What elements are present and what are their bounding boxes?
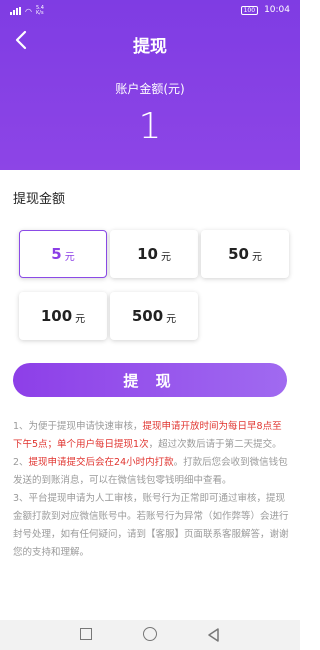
speed-unit: K/s [35, 10, 44, 16]
recent-apps-icon[interactable] [80, 628, 92, 640]
amount-unit: 元 [166, 314, 177, 325]
note-2: 2、提现申请提交后会在24小时内打款。打款后您会收到微信钱包发送的到账消息，可以… [13, 454, 289, 490]
amount-value: 10 [137, 245, 158, 263]
amount-option-5[interactable]: 5 元 [19, 230, 107, 278]
signal-icon [10, 7, 21, 15]
home-icon[interactable] [143, 627, 157, 641]
status-right: 100 10:04 [240, 5, 290, 15]
network-speed: 5.4 K/s [36, 6, 44, 16]
status-bar: ◠ 5.4 K/s 100 10:04 [0, 0, 300, 24]
note-1-tail: ，超过次数后请于第二天提交。 [148, 439, 282, 450]
note-1-text: 1、为便于提现申请快速审核， [13, 421, 143, 432]
amount-section-title: 提现金额 [13, 192, 66, 207]
amount-unit: 元 [160, 252, 171, 263]
amount-option-10[interactable]: 10 元 [110, 230, 198, 278]
note-2-highlight: 提现申请提交后会在24小时内打款 [28, 457, 174, 468]
status-left: ◠ 5.4 K/s [10, 6, 44, 16]
amount-value: 500 [131, 307, 164, 325]
system-nav-bar [0, 620, 300, 650]
amount-value: 50 [228, 245, 249, 263]
page-title: 提现 [133, 37, 167, 57]
balance-label: 账户金额(元) [115, 82, 185, 96]
battery-icon: 100 [240, 5, 259, 15]
amount-option-50[interactable]: 50 元 [201, 230, 289, 278]
back-triangle-icon[interactable] [206, 627, 220, 643]
amount-unit: 元 [75, 314, 86, 325]
wifi-icon: ◠ [25, 6, 32, 16]
withdraw-notes: 1、为便于提现申请快速审核，提现申请开放时间为每日早8点至下午5点；单个用户每日… [13, 418, 289, 562]
note-1: 1、为便于提现申请快速审核，提现申请开放时间为每日早8点至下午5点；单个用户每日… [13, 418, 289, 454]
clock: 10:04 [264, 5, 290, 15]
amount-unit: 元 [64, 252, 75, 263]
nav-bar: 提现 [0, 28, 300, 58]
amount-unit: 元 [251, 252, 262, 263]
balance-value: 1 [138, 106, 162, 147]
amount-value: 100 [40, 307, 73, 325]
amount-option-100[interactable]: 100 元 [19, 292, 107, 340]
header: ◠ 5.4 K/s 100 10:04 提现 账户金额(元) 1 [0, 0, 300, 170]
amount-option-500[interactable]: 500 元 [110, 292, 198, 340]
note-3: 3、平台提现申请为人工审核，账号行为正常即可通过审核，提现金额打款到对应微信账号… [13, 493, 289, 558]
note-2-prefix: 2、 [13, 457, 29, 468]
amount-value: 5 [51, 245, 62, 263]
withdraw-button[interactable]: 提 现 [13, 363, 287, 397]
